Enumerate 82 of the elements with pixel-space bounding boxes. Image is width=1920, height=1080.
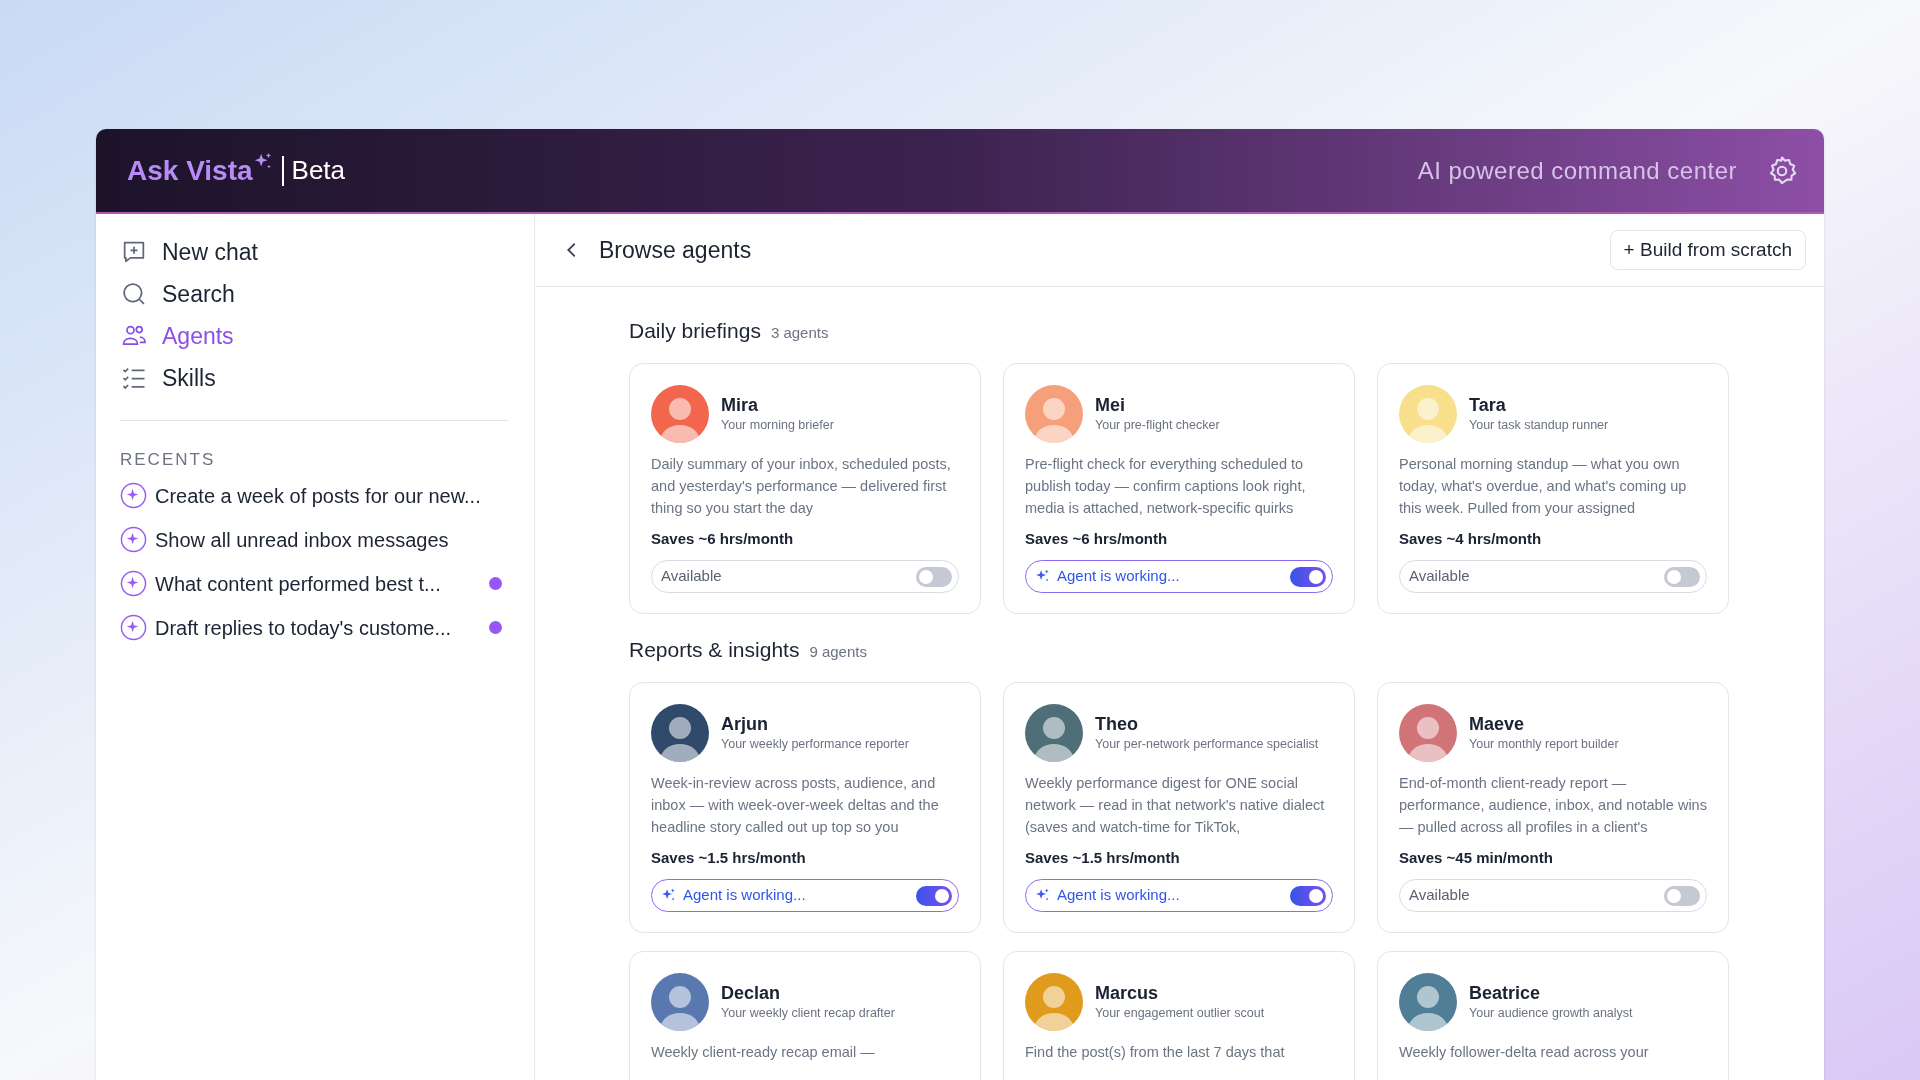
agent-role: Your task standup runner [1469,416,1609,434]
nav-item[interactable]: Skills [120,362,508,394]
section-title: Daily briefings [629,318,761,344]
agent-card[interactable]: Marcus Your engagement outlier scout Find the post(s) from the last 7 days that [1003,951,1355,1080]
agent-name: Mira [721,393,759,416]
toggle-switch[interactable] [916,885,952,906]
status-toggle[interactable]: Available [651,560,959,593]
agent-role: Your morning briefer [721,416,834,434]
status-label: Available [660,566,722,587]
tagline: AI powered command center [1417,155,1737,186]
sparkle-badge-icon [120,526,147,553]
agent-card[interactable]: Beatrice Your audience growth analyst Weekly follower-delta read across your [1377,951,1729,1080]
agent-description: Daily summary of your inbox, scheduled posts, and yesterday's performance — delivered first thing so you start the day [651,454,952,518]
sparkle-badge-icon [120,482,147,509]
agent-count: 9 agents [809,642,867,662]
agent-description: Week-in-review across posts, audience, and inbox — with week-over-week deltas and the headline story called out up top so you [651,773,940,837]
agent-name: Tara [1469,393,1507,416]
nav-item[interactable]: Search [120,278,508,310]
toggle-switch[interactable] [1664,566,1700,587]
status-toggle[interactable]: Available [1399,879,1707,912]
sparkle-badge-icon [120,570,147,597]
toggle-switch[interactable] [1664,885,1700,906]
agent-description: Weekly client-ready recap email — [651,1043,876,1062]
agent-card[interactable]: Mira Your morning briefer Daily summary of your inbox, scheduled posts, and yesterday's performance — delivered first thing so you start the day Saves ~6 hrs/month Available [629,362,981,614]
recent-chat[interactable]: Draft replies to today's custome... [120,612,508,643]
brand-name: Ask Vista [127,153,253,188]
status-label: Agent is working... [1057,885,1180,906]
status-toggle[interactable]: Available [1399,560,1707,593]
agent-name: Declan [721,982,782,1004]
agent-name: Mei [1095,393,1126,416]
agent-description: Find the post(s) from the last 7 days that [1025,1043,1286,1062]
status-label: Agent is working... [683,885,806,906]
agent-role: Your pre-flight checker [1095,416,1220,434]
agent-role: Your per-network performance specialist [1095,735,1319,753]
agent-role: Your engagement outlier scout [1095,1005,1265,1022]
status-label: Available [1408,566,1470,587]
recent-chat[interactable]: Show all unread inbox messages [120,524,508,555]
agent-card[interactable]: Declan Your weekly client recap drafter Weekly client-ready recap email — [629,951,981,1080]
agent-card[interactable]: Maeve Your monthly report builder End-of-month client-ready report — performance, audience, inbox, and notable wins — pulled across all profiles in a client's Saves ~45 min/month Available [1377,681,1729,933]
agent-role: Your weekly performance reporter [721,735,909,753]
agent-role: Your audience growth analyst [1469,1005,1633,1022]
nav-item[interactable]: Agents [120,320,508,352]
beta-label: Beta [291,154,346,187]
recent-chat[interactable]: What content performed best t... [120,568,508,599]
agent-card[interactable] [629,681,981,933]
agent-description: Weekly follower-delta read across your [1399,1043,1650,1062]
agent-card[interactable]: Tara Your task standup runner Personal morning standup — what you own today, what's overdue, and what's coming up this week. Pulled from your assigned Saves ~4 hrs/month Available [1377,362,1729,614]
agent-description: Weekly performance digest for ONE social network — read in that network's native dialect (saves and watch-time for TikTok, [1025,773,1326,837]
nav-item[interactable]: New chat [120,236,508,268]
agent-name: Marcus [1095,982,1160,1004]
toggle-switch[interactable] [1290,566,1326,587]
status-toggle[interactable]: Agent is working... [1025,560,1333,593]
agent-name: Arjun [721,712,769,735]
toggle-switch[interactable] [916,566,952,587]
agent-card[interactable] [1003,681,1355,933]
section-heading: RECENTS [120,449,217,471]
time-saved: Saves ~1.5 hrs/month [651,847,807,868]
status-toggle[interactable]: Agent is working... [1025,879,1333,912]
recent-chat[interactable]: Create a week of posts for our new... [120,480,508,511]
section-title: Reports & insights [629,637,800,663]
time-saved: Saves ~6 hrs/month [651,528,795,549]
agent-role: Your monthly report builder [1469,735,1619,753]
time-saved: Saves ~45 min/month [1399,847,1554,868]
agent-name: Theo [1095,712,1139,735]
agent-description: Pre-flight check for everything scheduled to publish today — confirm captions look right, media is attached, network-specific quirks [1025,454,1307,518]
time-saved: Saves ~6 hrs/month [1025,528,1169,549]
sparkle-badge-icon [120,614,147,641]
agent-role: Your weekly client recap drafter [721,1005,895,1022]
agent-name: Maeve [1469,712,1526,735]
agent-count: 3 agents [770,323,829,343]
agent-description: End-of-month client-ready report — performance, audience, inbox, and notable wins — pulled across all profiles in a client's [1399,773,1707,837]
status-toggle[interactable]: Agent is working... [651,879,959,912]
status-label: Agent is working... [1057,566,1180,587]
page-title: Browse agents [599,235,752,265]
time-saved: Saves ~4 hrs/month [1399,528,1543,549]
time-saved: Saves ~1.5 hrs/month [1025,847,1181,868]
build-from-scratch-button[interactable]: + Build from scratch [1609,230,1806,270]
agent-description: Personal morning standup — what you own today, what's overdue, and what's coming up this week. Pulled from your assigned [1399,454,1688,518]
toggle-switch[interactable] [1290,885,1326,906]
status-label: Available [1408,885,1470,906]
agent-card[interactable]: Mei Your pre-flight checker Pre-flight check for everything scheduled to publish today — confirm captions look right, media is attached, network-specific quirks Saves ~6 hrs/month Agent is working... [1003,362,1355,614]
agent-name: Beatrice [1469,982,1542,1004]
